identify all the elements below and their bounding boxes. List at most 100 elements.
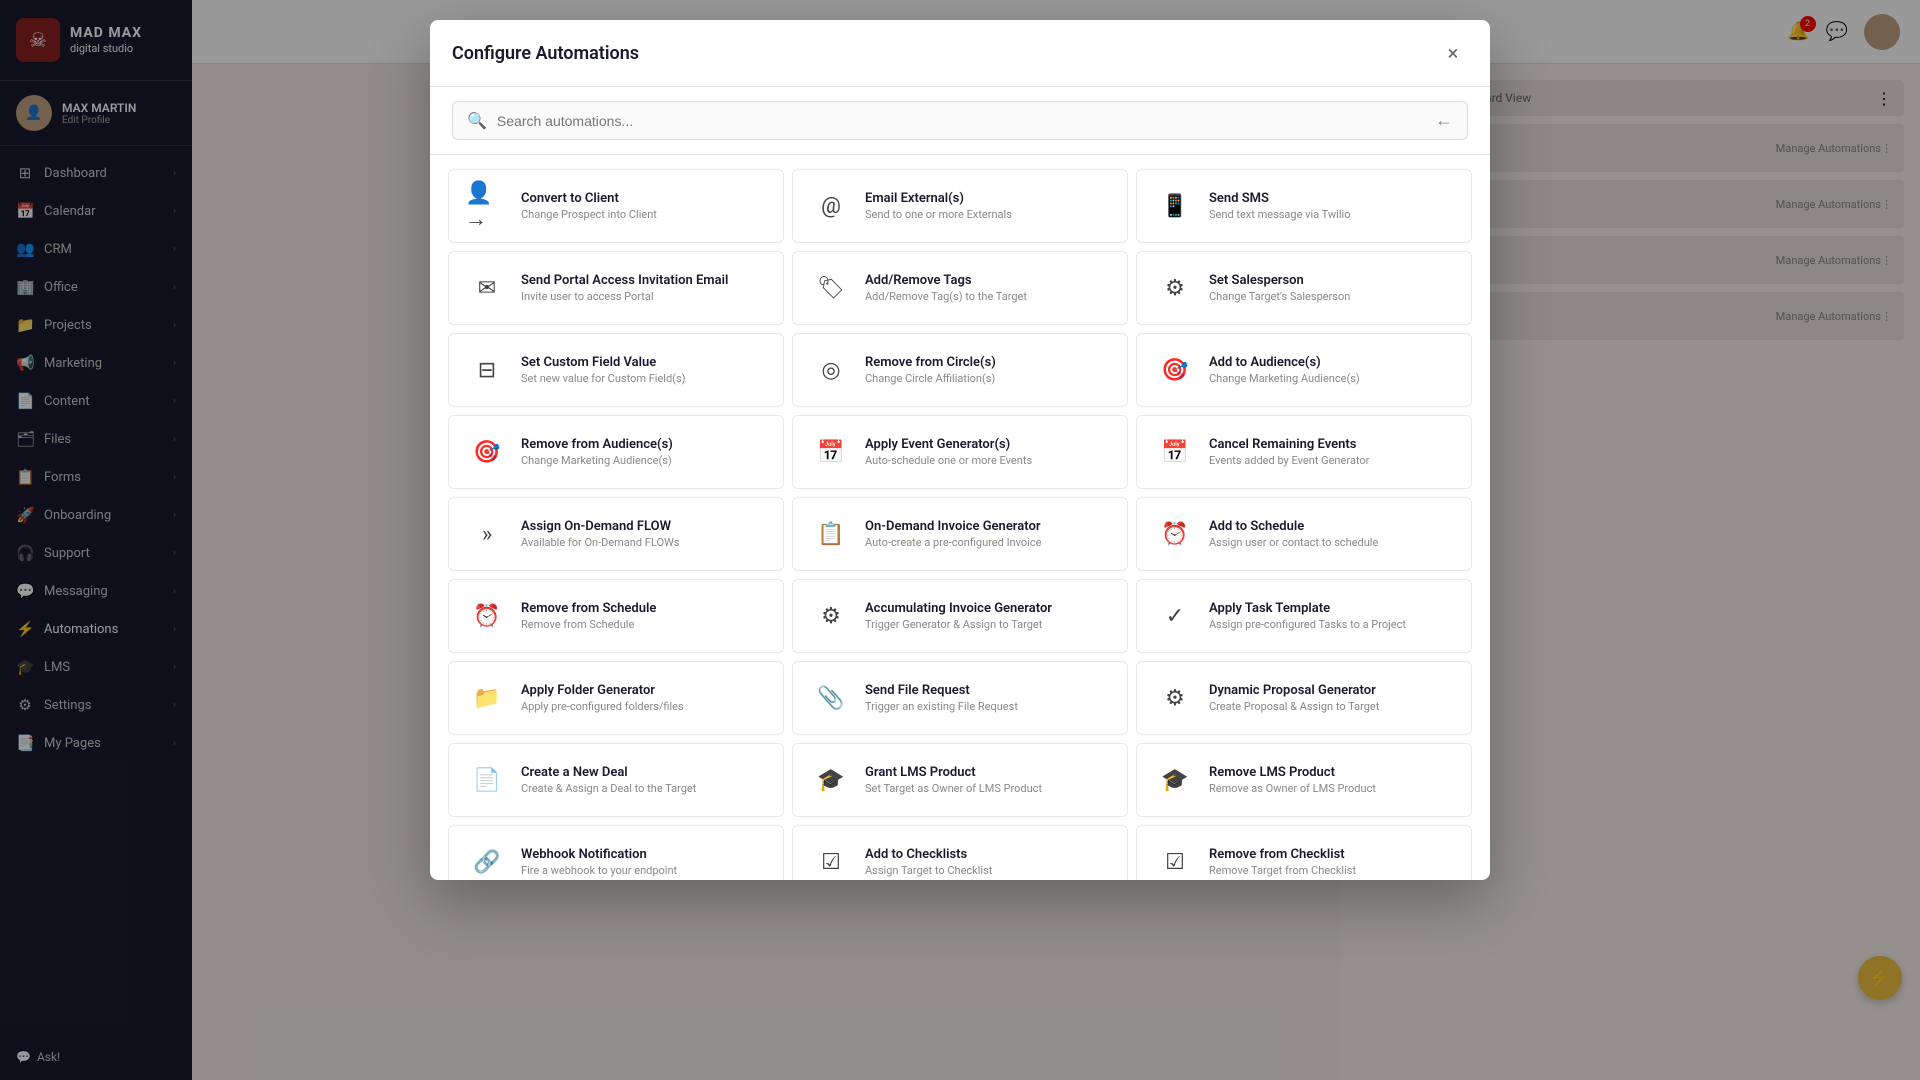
automation-item-set_custom_field[interactable]: ⊟ Set Custom Field Value Set new value f… bbox=[448, 333, 784, 407]
automation-item-remove_from_checklist[interactable]: ☑ Remove from Checklist Remove Target fr… bbox=[1136, 825, 1472, 880]
add_to_checklists-icon: ☑ bbox=[809, 840, 853, 880]
accumulating_invoice-text: Accumulating Invoice Generator Trigger G… bbox=[865, 601, 1111, 631]
automation-item-add_to_audiences[interactable]: 🎯 Add to Audience(s) Change Marketing Au… bbox=[1136, 333, 1472, 407]
remove_from_audiences-icon: 🎯 bbox=[465, 430, 509, 474]
cancel_remaining_events-icon: 📅 bbox=[1153, 430, 1197, 474]
remove_from_circles-desc: Change Circle Affiliation(s) bbox=[865, 372, 1111, 385]
automation-item-webhook_notification[interactable]: 🔗 Webhook Notification Fire a webhook to… bbox=[448, 825, 784, 880]
assign_on_demand_flow-desc: Available for On-Demand FLOWs bbox=[521, 536, 767, 549]
search-input[interactable] bbox=[497, 113, 1425, 129]
automation-item-add_to_checklists[interactable]: ☑ Add to Checklists Assign Target to Che… bbox=[792, 825, 1128, 880]
remove_from_schedule-icon: ⏰ bbox=[465, 594, 509, 638]
grant_lms_product-icon: 🎓 bbox=[809, 758, 853, 802]
apply_task_template-desc: Assign pre-configured Tasks to a Project bbox=[1209, 618, 1455, 631]
set_salesperson-name: Set Salesperson bbox=[1209, 273, 1455, 288]
automation-item-remove_from_circles[interactable]: ◎ Remove from Circle(s) Change Circle Af… bbox=[792, 333, 1128, 407]
send_portal_invitation-desc: Invite user to access Portal bbox=[521, 290, 767, 303]
send_file_request-desc: Trigger an existing File Request bbox=[865, 700, 1111, 713]
set_custom_field-icon: ⊟ bbox=[465, 348, 509, 392]
cancel_remaining_events-name: Cancel Remaining Events bbox=[1209, 437, 1455, 452]
remove_from_audiences-name: Remove from Audience(s) bbox=[521, 437, 767, 452]
apply_folder_generator-icon: 📁 bbox=[465, 676, 509, 720]
create_new_deal-name: Create a New Deal bbox=[521, 765, 767, 780]
apply_event_generator-desc: Auto-schedule one or more Events bbox=[865, 454, 1111, 467]
automation-item-apply_task_template[interactable]: ✓ Apply Task Template Assign pre-configu… bbox=[1136, 579, 1472, 653]
configure-automations-modal: Configure Automations × 🔍 ← 👤→ Convert t… bbox=[430, 20, 1490, 880]
automation-item-set_salesperson[interactable]: ⚙ Set Salesperson Change Target's Salesp… bbox=[1136, 251, 1472, 325]
convert_to_client-icon: 👤→ bbox=[465, 184, 509, 228]
automation-item-send_portal_invitation[interactable]: ✉ Send Portal Access Invitation Email In… bbox=[448, 251, 784, 325]
send_file_request-icon: 📎 bbox=[809, 676, 853, 720]
create_new_deal-icon: 📄 bbox=[465, 758, 509, 802]
automation-item-remove_lms_product[interactable]: 🎓 Remove LMS Product Remove as Owner of … bbox=[1136, 743, 1472, 817]
automation-item-assign_on_demand_flow[interactable]: » Assign On-Demand FLOW Available for On… bbox=[448, 497, 784, 571]
automation-item-send_file_request[interactable]: 📎 Send File Request Trigger an existing … bbox=[792, 661, 1128, 735]
search-box: 🔍 ← bbox=[452, 101, 1468, 140]
remove_lms_product-icon: 🎓 bbox=[1153, 758, 1197, 802]
automation-item-dynamic_proposal[interactable]: ⚙ Dynamic Proposal Generator Create Prop… bbox=[1136, 661, 1472, 735]
back-button[interactable]: ← bbox=[1435, 110, 1453, 131]
webhook_notification-text: Webhook Notification Fire a webhook to y… bbox=[521, 847, 767, 877]
add_to_audiences-desc: Change Marketing Audience(s) bbox=[1209, 372, 1455, 385]
add_to_checklists-desc: Assign Target to Checklist bbox=[865, 864, 1111, 877]
automation-item-remove_from_schedule[interactable]: ⏰ Remove from Schedule Remove from Sched… bbox=[448, 579, 784, 653]
automation-item-add_to_schedule[interactable]: ⏰ Add to Schedule Assign user or contact… bbox=[1136, 497, 1472, 571]
send_sms-desc: Send text message via Twilio bbox=[1209, 208, 1455, 221]
add_to_schedule-name: Add to Schedule bbox=[1209, 519, 1455, 534]
grant_lms_product-name: Grant LMS Product bbox=[865, 765, 1111, 780]
add_to_audiences-icon: 🎯 bbox=[1153, 348, 1197, 392]
set_salesperson-text: Set Salesperson Change Target's Salesper… bbox=[1209, 273, 1455, 303]
modal-close-button[interactable]: × bbox=[1438, 38, 1468, 68]
email_externals-text: Email External(s) Send to one or more Ex… bbox=[865, 191, 1111, 221]
remove_from_checklist-name: Remove from Checklist bbox=[1209, 847, 1455, 862]
apply_folder_generator-text: Apply Folder Generator Apply pre-configu… bbox=[521, 683, 767, 713]
apply_task_template-icon: ✓ bbox=[1153, 594, 1197, 638]
apply_event_generator-icon: 📅 bbox=[809, 430, 853, 474]
modal-header: Configure Automations × bbox=[430, 20, 1490, 87]
set_custom_field-text: Set Custom Field Value Set new value for… bbox=[521, 355, 767, 385]
set_salesperson-icon: ⚙ bbox=[1153, 266, 1197, 310]
send_sms-name: Send SMS bbox=[1209, 191, 1455, 206]
convert_to_client-text: Convert to Client Change Prospect into C… bbox=[521, 191, 767, 221]
remove_from_schedule-name: Remove from Schedule bbox=[521, 601, 767, 616]
apply_folder_generator-desc: Apply pre-configured folders/files bbox=[521, 700, 767, 713]
remove_from_checklist-text: Remove from Checklist Remove Target from… bbox=[1209, 847, 1455, 877]
automation-item-on_demand_invoice[interactable]: 📋 On-Demand Invoice Generator Auto-creat… bbox=[792, 497, 1128, 571]
webhook_notification-icon: 🔗 bbox=[465, 840, 509, 880]
automation-item-remove_from_audiences[interactable]: 🎯 Remove from Audience(s) Change Marketi… bbox=[448, 415, 784, 489]
assign_on_demand_flow-name: Assign On-Demand FLOW bbox=[521, 519, 767, 534]
automation-item-convert_to_client[interactable]: 👤→ Convert to Client Change Prospect int… bbox=[448, 169, 784, 243]
email_externals-desc: Send to one or more Externals bbox=[865, 208, 1111, 221]
automations-grid: 👤→ Convert to Client Change Prospect int… bbox=[448, 169, 1472, 880]
accumulating_invoice-icon: ⚙ bbox=[809, 594, 853, 638]
modal-search-bar: 🔍 ← bbox=[430, 87, 1490, 155]
automation-item-apply_folder_generator[interactable]: 📁 Apply Folder Generator Apply pre-confi… bbox=[448, 661, 784, 735]
remove_lms_product-name: Remove LMS Product bbox=[1209, 765, 1455, 780]
automation-item-create_new_deal[interactable]: 📄 Create a New Deal Create & Assign a De… bbox=[448, 743, 784, 817]
automation-item-email_externals[interactable]: @ Email External(s) Send to one or more … bbox=[792, 169, 1128, 243]
set_salesperson-desc: Change Target's Salesperson bbox=[1209, 290, 1455, 303]
send_file_request-name: Send File Request bbox=[865, 683, 1111, 698]
add_to_schedule-desc: Assign user or contact to schedule bbox=[1209, 536, 1455, 549]
accumulating_invoice-name: Accumulating Invoice Generator bbox=[865, 601, 1111, 616]
on_demand_invoice-icon: 📋 bbox=[809, 512, 853, 556]
send_sms-text: Send SMS Send text message via Twilio bbox=[1209, 191, 1455, 221]
automation-item-apply_event_generator[interactable]: 📅 Apply Event Generator(s) Auto-schedule… bbox=[792, 415, 1128, 489]
apply_event_generator-text: Apply Event Generator(s) Auto-schedule o… bbox=[865, 437, 1111, 467]
automation-item-send_sms[interactable]: 📱 Send SMS Send text message via Twilio bbox=[1136, 169, 1472, 243]
remove_from_circles-icon: ◎ bbox=[809, 348, 853, 392]
add_to_checklists-text: Add to Checklists Assign Target to Check… bbox=[865, 847, 1111, 877]
automation-item-cancel_remaining_events[interactable]: 📅 Cancel Remaining Events Events added b… bbox=[1136, 415, 1472, 489]
add_remove_tags-desc: Add/Remove Tag(s) to the Target bbox=[865, 290, 1111, 303]
automation-item-add_remove_tags[interactable]: 🏷 Add/Remove Tags Add/Remove Tag(s) to t… bbox=[792, 251, 1128, 325]
create_new_deal-text: Create a New Deal Create & Assign a Deal… bbox=[521, 765, 767, 795]
apply_task_template-name: Apply Task Template bbox=[1209, 601, 1455, 616]
modal-overlay[interactable]: Configure Automations × 🔍 ← 👤→ Convert t… bbox=[0, 0, 1920, 1080]
dynamic_proposal-icon: ⚙ bbox=[1153, 676, 1197, 720]
on_demand_invoice-name: On-Demand Invoice Generator bbox=[865, 519, 1111, 534]
dynamic_proposal-desc: Create Proposal & Assign to Target bbox=[1209, 700, 1455, 713]
automation-item-grant_lms_product[interactable]: 🎓 Grant LMS Product Set Target as Owner … bbox=[792, 743, 1128, 817]
automation-item-accumulating_invoice[interactable]: ⚙ Accumulating Invoice Generator Trigger… bbox=[792, 579, 1128, 653]
remove_from_schedule-text: Remove from Schedule Remove from Schedul… bbox=[521, 601, 767, 631]
apply_folder_generator-name: Apply Folder Generator bbox=[521, 683, 767, 698]
